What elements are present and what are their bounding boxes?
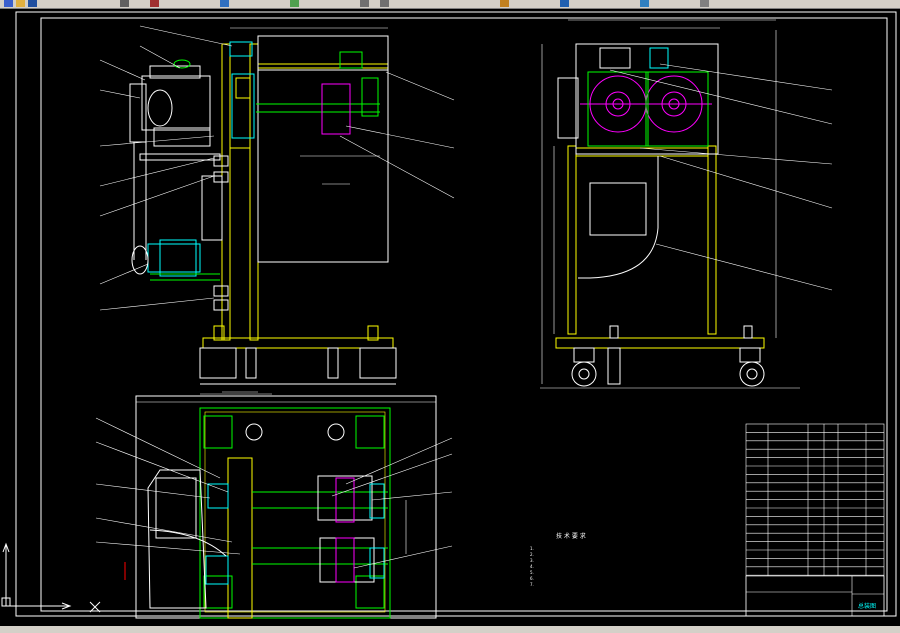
pan-icon[interactable]: [500, 0, 509, 7]
side-leaders: [609, 63, 833, 291]
print-icon[interactable]: [120, 0, 129, 7]
tech-requirement-line: 6.: [530, 576, 534, 581]
status-bar: [0, 626, 900, 633]
gearbox: [129, 59, 211, 147]
tech-requirements-title: 技 术 要 求: [556, 532, 586, 540]
undo-icon[interactable]: [360, 0, 369, 7]
tech-requirement-line: 5.: [530, 570, 534, 575]
ucs-icon: [1, 542, 101, 613]
parts-list: [745, 423, 885, 617]
front-leaders: [99, 25, 455, 311]
front-shaft: [229, 41, 380, 135]
tech-requirement-line: 7.: [530, 582, 534, 587]
drawing-canvas[interactable]: 技 术 要 求 1. 2. 3. 4. 5. 6. 7. 总装图: [0, 8, 900, 626]
front-belt: [133, 142, 223, 260]
tech-requirement-line: 1.: [530, 546, 534, 551]
top-corner-bearings: [203, 415, 385, 609]
tech-requirements: 技 术 要 求 1. 2. 3. 4. 5. 6. 7.: [530, 532, 586, 587]
side-hopper: [557, 43, 719, 279]
open-icon[interactable]: [16, 0, 25, 7]
tech-requirement-line: 3.: [530, 558, 534, 563]
front-bolts: [213, 155, 229, 311]
zoom-icon[interactable]: [560, 0, 569, 7]
side-view: [540, 19, 800, 389]
cut-icon[interactable]: [150, 0, 159, 7]
top-view: [124, 393, 437, 619]
side-outline: [587, 71, 709, 147]
front-view: [129, 27, 397, 393]
save-icon[interactable]: [28, 0, 37, 7]
tech-requirement-line: 4.: [530, 564, 534, 569]
tech-requirement-line: 2.: [530, 552, 534, 557]
motor: [131, 239, 220, 281]
redo-icon[interactable]: [380, 0, 389, 7]
drawing-border: [15, 11, 897, 617]
front-dim-lines: [222, 27, 388, 393]
top-shaft: [227, 457, 388, 619]
side-casters: [571, 325, 765, 387]
front-hopper: [231, 35, 389, 263]
properties-icon[interactable]: [700, 0, 709, 7]
top-gearbox: [124, 469, 229, 609]
title-block-drawing-type: 总装图: [858, 602, 876, 610]
layer-icon[interactable]: [640, 0, 649, 7]
paste-icon[interactable]: [290, 0, 299, 7]
side-frame: [555, 145, 765, 349]
copy-icon[interactable]: [220, 0, 229, 7]
front-casters: [199, 347, 397, 385]
new-file-icon[interactable]: [4, 0, 13, 7]
side-dim-lines: [540, 19, 800, 389]
